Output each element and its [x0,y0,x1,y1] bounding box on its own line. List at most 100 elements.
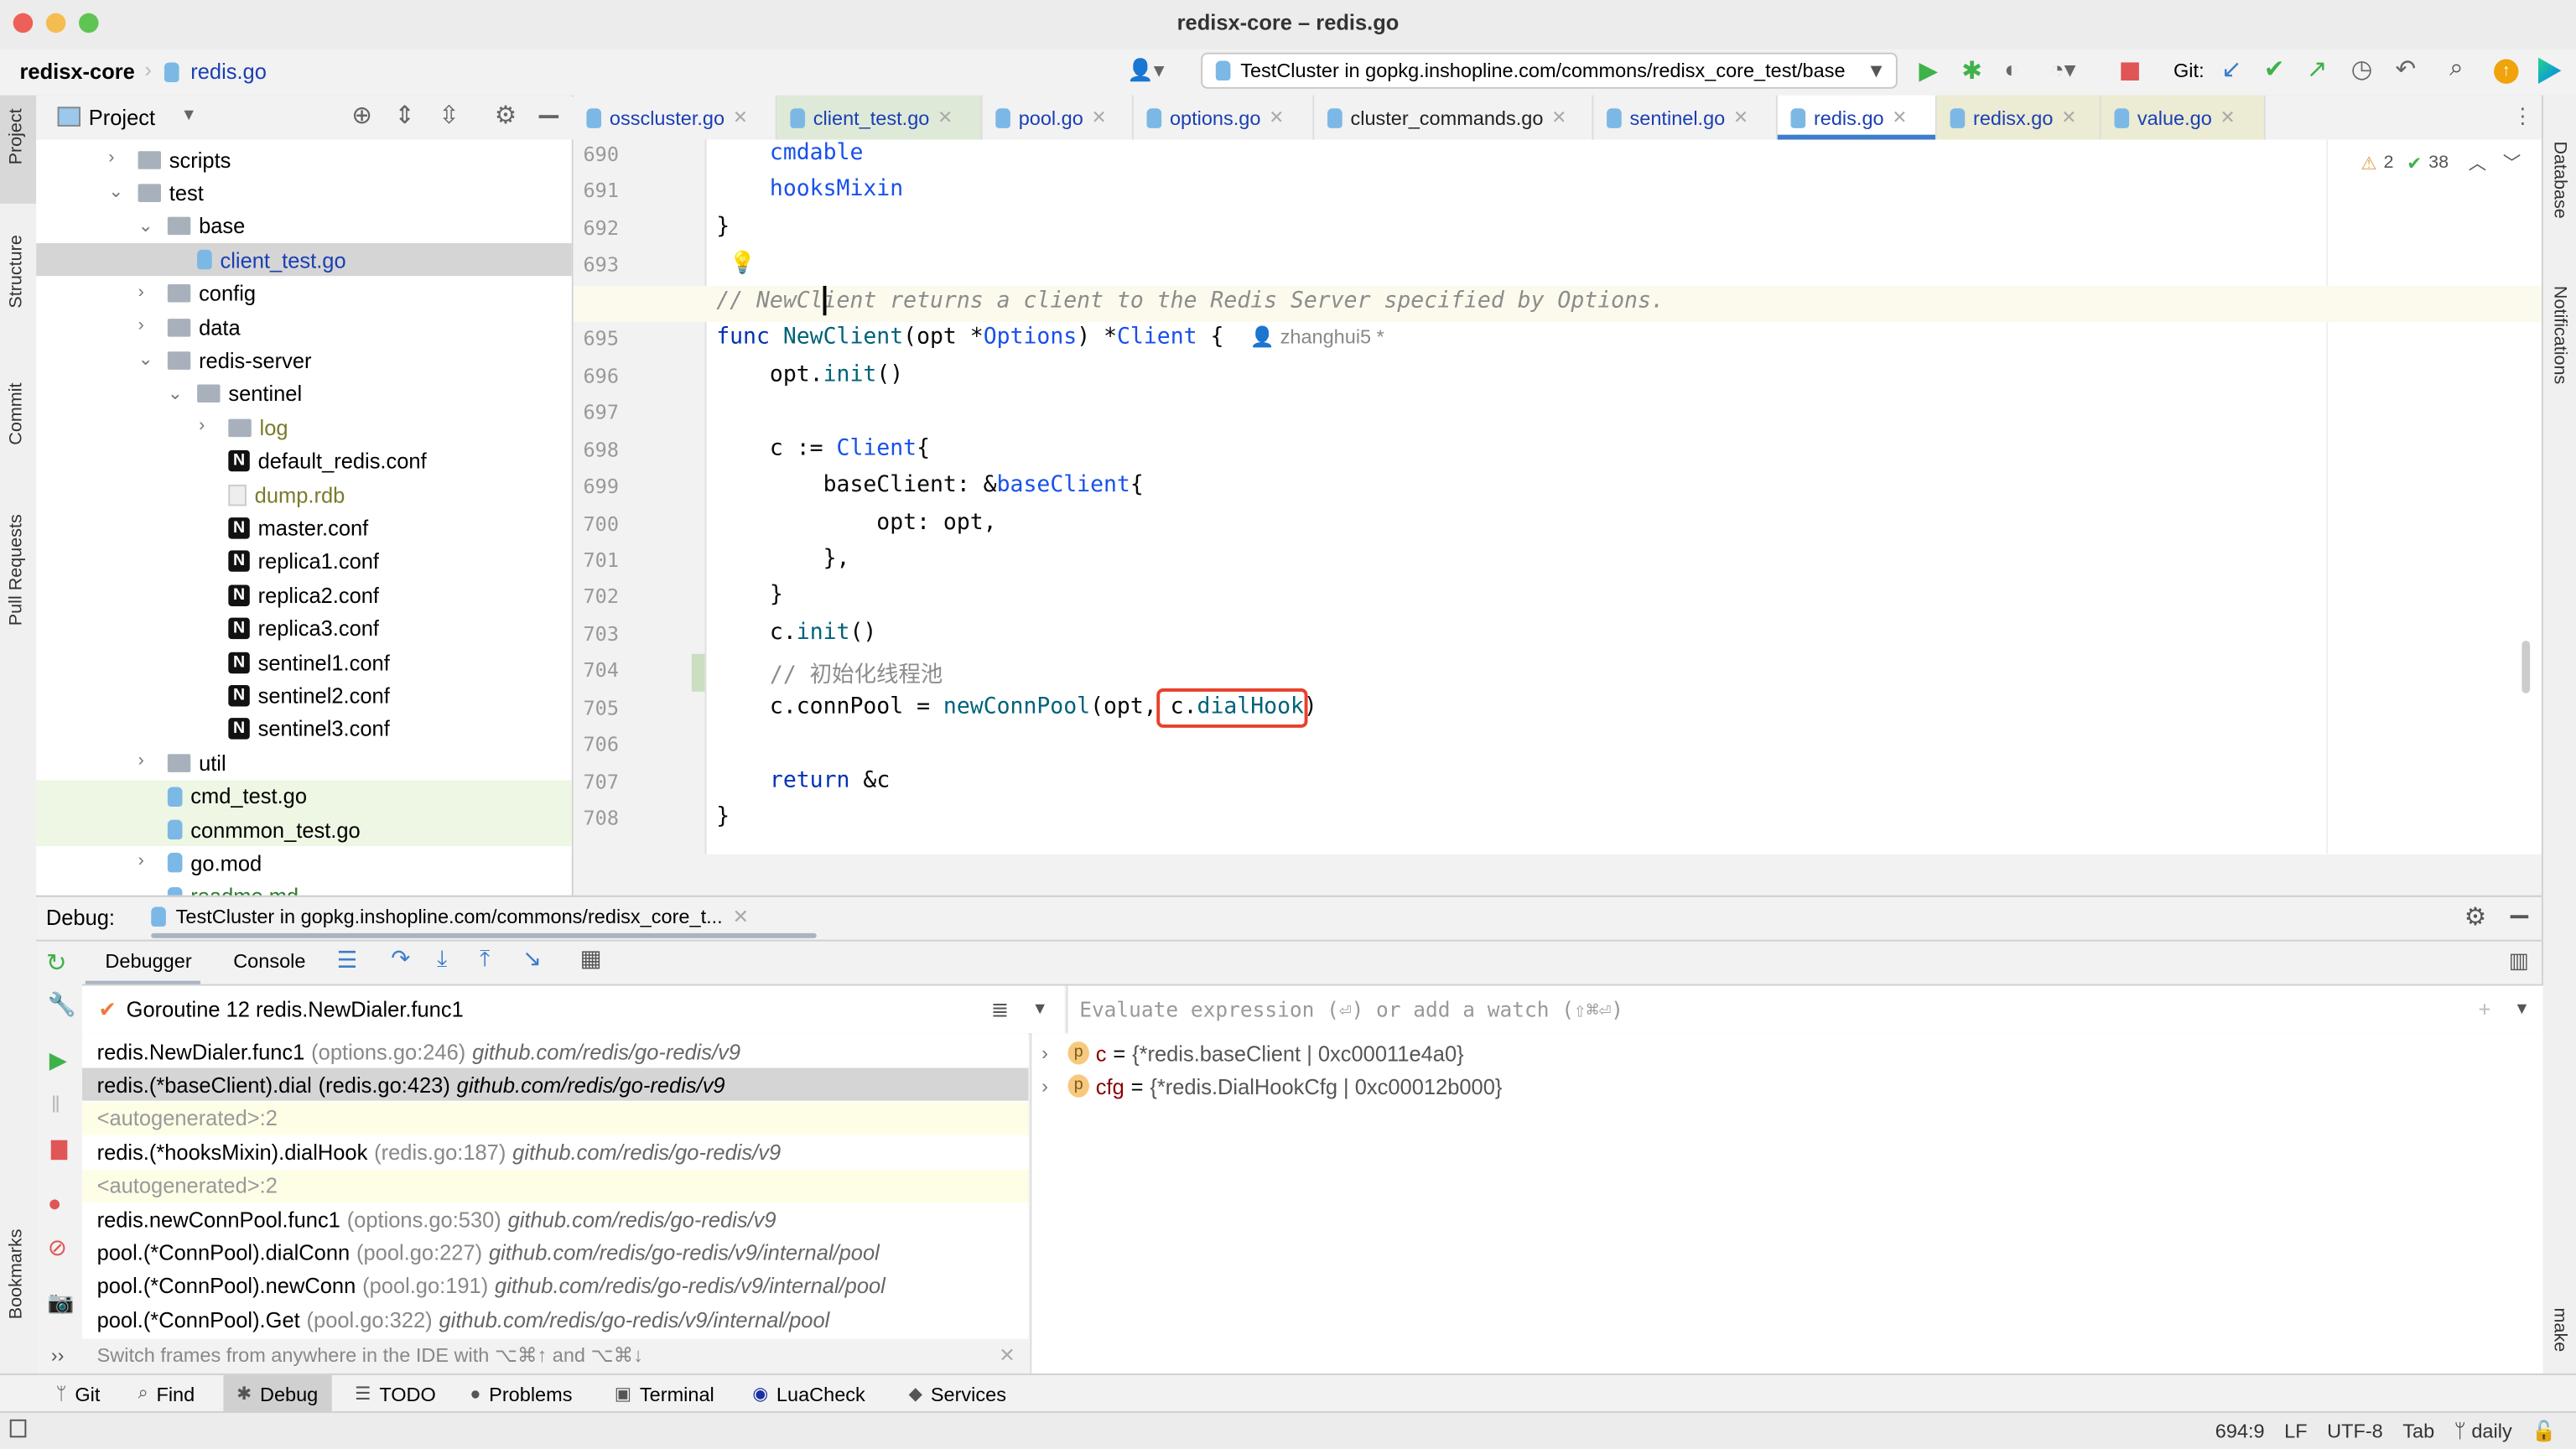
tool-todo[interactable]: ☰ TODO [342,1375,449,1413]
close-tab-icon[interactable]: ✕ [937,106,953,128]
close-icon[interactable]: ✕ [732,906,749,928]
tool-terminal[interactable]: ▣ Terminal [601,1375,727,1413]
show-execution-point-icon[interactable]: ☰ [337,946,358,974]
camera-icon[interactable]: 📷 [48,1290,75,1316]
chevron-down-icon[interactable]: ▼ [181,106,197,125]
tab-redisx-go[interactable]: redisx.go ✕ [1936,95,2101,140]
layout-settings-icon[interactable]: ▥ [2509,948,2529,974]
tool-problems[interactable]: ● Problems [457,1375,585,1413]
chevron-down-icon[interactable]: ⌄ [168,382,183,404]
chevron-right-icon[interactable]: › [199,416,205,436]
history-icon[interactable]: ◷ [2351,55,2373,84]
close-tab-icon[interactable]: ✕ [2220,106,2236,128]
tool-debug[interactable]: ✱ Debug [223,1374,331,1413]
collapse-all-icon[interactable]: ⇳ [439,101,460,129]
profile-icon[interactable]: ◔▾ [2050,56,2075,84]
tree-item[interactable]: cmd_test.go [36,779,572,813]
tool-window-commit[interactable]: Commit [7,382,27,444]
tree-item[interactable]: Ndefault_redis.conf [36,444,572,477]
stack-frame[interactable]: redis.newConnPool.func1 (options.go:530) g… [81,1202,1029,1236]
chevron-right-icon[interactable]: › [138,852,144,872]
close-tab-icon[interactable]: ✕ [733,106,748,128]
project-view-select[interactable]: Project [89,105,155,129]
tool-window-structure[interactable]: Structure [7,235,27,308]
line-separator[interactable]: LF [2284,1420,2307,1442]
tree-item[interactable]: client_test.go [36,243,572,277]
tree-item[interactable]: Nmaster.conf [36,512,572,544]
toolbox-icon[interactable] [2537,57,2562,84]
tree-item[interactable]: ⌄ redis-server [36,344,572,377]
chevron-right-icon[interactable]: › [138,282,144,302]
toggle-tool-windows-icon[interactable] [9,1419,27,1438]
tree-item[interactable]: readme.md [36,880,572,896]
chevron-down-icon[interactable]: ▼ [2514,1000,2530,1019]
tree-item[interactable]: ⌄ sentinel [36,377,572,410]
evaluate-expression-input[interactable]: Evaluate expression (⏎) or add a watch (… [1066,985,2543,1036]
update-icon[interactable]: ↑ [2494,59,2519,84]
step-out-icon[interactable]: ⤒ [480,945,490,973]
tree-item[interactable]: › config [36,277,572,309]
tool-git[interactable]: ᛘ Git [43,1375,113,1413]
tree-item[interactable]: ⌄ test [36,176,572,209]
tree-item[interactable]: dump.rdb [36,478,572,511]
caret-position[interactable]: 694:9 [2215,1420,2265,1442]
add-watch-icon[interactable]: + [2478,997,2490,1021]
tree-item[interactable]: › scripts [36,143,572,175]
tab-sentinel-go[interactable]: sentinel.go ✕ [1593,95,1778,140]
inspections-widget[interactable]: ⚠ 2 ✔ 38 ︿ ﹀ [2360,149,2521,175]
stack-frame[interactable]: redis.NewDialer.func1 (options.go:246) git… [81,1035,1029,1068]
next-highlight-icon[interactable]: ﹀ [2503,149,2521,175]
tree-item[interactable]: Nreplica3.conf [36,612,572,645]
tab-osscluster-go[interactable]: osscluster.go ✕ [573,95,777,140]
tab-pool-go[interactable]: pool.go ✕ [982,95,1134,140]
tree-item[interactable]: Nreplica1.conf [36,545,572,578]
tab-options-go[interactable]: options.go ✕ [1133,95,1315,140]
stop-icon[interactable] [2121,62,2139,81]
view-breakpoints-icon[interactable]: ● [48,1189,62,1215]
tool-luacheck[interactable]: ◉ LuaCheck [740,1375,879,1413]
tree-item[interactable]: › go.mod [36,847,572,880]
evaluate-expression-icon[interactable]: ▦ [580,945,602,973]
chevron-right-icon[interactable]: › [138,751,144,771]
chevron-down-icon[interactable]: ⌄ [108,181,123,203]
resume-icon[interactable]: ▶ [49,1046,67,1074]
lightbulb-icon[interactable]: 💡 [730,250,756,276]
stack-frame[interactable]: <autogenerated>:2 [81,1102,1029,1135]
debug-icon[interactable]: ✱ [1961,56,1982,86]
tree-item[interactable]: › log [36,411,572,444]
variable-row[interactable]: › p c = {*redis.baseClient | 0xc00011e4a0} [1031,1036,1464,1069]
tab-value-go[interactable]: value.go ✕ [2101,95,2266,140]
tool-services[interactable]: ◆ Services [896,1375,1020,1413]
git-update-icon[interactable]: ↙ [2221,55,2242,84]
git-push-icon[interactable]: ↗ [2307,55,2328,84]
tool-find[interactable]: ⌕ Find [125,1375,208,1413]
more-icon[interactable]: ›› [51,1344,65,1367]
expand-icon[interactable]: › [1041,1075,1062,1098]
step-into-icon[interactable]: ⤓ [437,945,447,973]
tool-window-notifications[interactable]: Notifications [2550,286,2570,384]
breadcrumb-project[interactable]: redisx-core [20,60,135,84]
filter-icon[interactable]: ≣ [991,996,1009,1022]
tool-window-bookmarks[interactable]: Bookmarks [7,1228,27,1319]
step-over-icon[interactable]: ↷ [391,945,410,973]
tab-cluster-commands-go[interactable]: cluster_commands.go ✕ [1314,95,1594,140]
breadcrumb-file[interactable]: redis.go [190,60,267,84]
stack-frame[interactable]: pool.(*ConnPool).dialConn (pool.go:227) gi… [81,1236,1029,1270]
tool-window-project[interactable]: Project [7,108,27,164]
more-tabs-icon[interactable]: ⋮ [2512,103,2533,129]
tool-window-make[interactable]: make [2550,1308,2570,1353]
chevron-right-icon[interactable]: › [108,148,114,168]
stack-frame[interactable]: redis.(*hooksMixin).dialHook (redis.go:18… [81,1135,1029,1169]
goroutine-select[interactable]: ✔ Goroutine 12 redis.NewDialer.func1 ≣ ▼ [81,985,1065,1036]
run-icon[interactable]: ▶ [1919,56,1938,86]
chevron-right-icon[interactable]: › [138,315,144,335]
coverage-icon[interactable]: ◐ [2004,56,2018,82]
gear-icon[interactable]: ⚙ [2464,902,2486,932]
tree-item[interactable]: › util [36,746,572,779]
close-icon[interactable]: ✕ [999,1344,1015,1367]
tree-item[interactable]: Nsentinel3.conf [36,713,572,745]
stop-icon[interactable] [50,1140,68,1161]
tree-item[interactable]: Nsentinel1.conf [36,646,572,678]
run-configuration-select[interactable]: TestCluster in gopkg.inshopline.com/comm… [1201,52,1898,89]
rerun-icon[interactable]: ↻ [46,948,67,977]
